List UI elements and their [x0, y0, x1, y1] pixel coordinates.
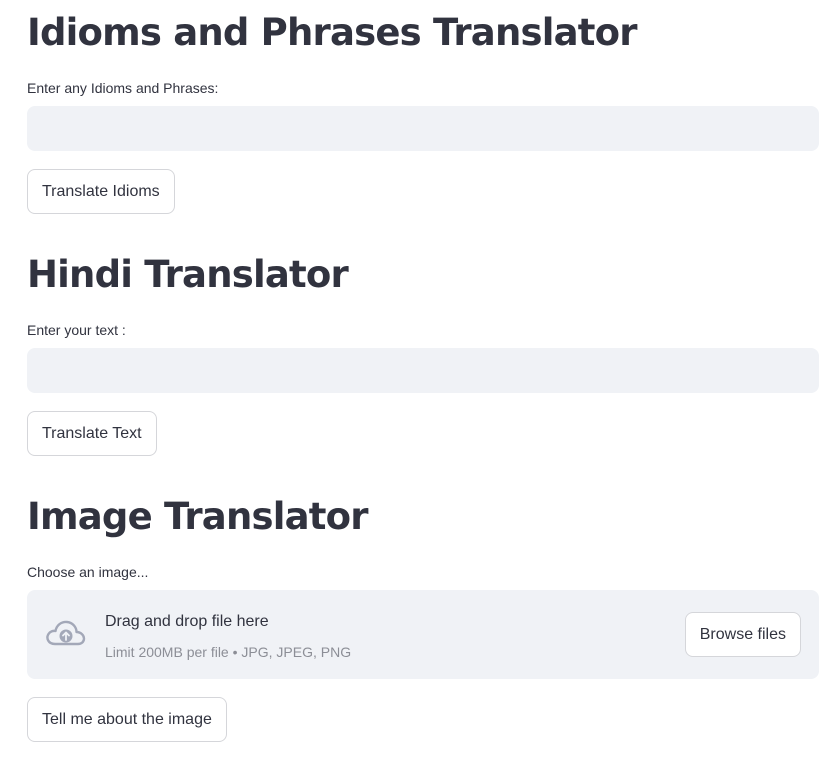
idioms-input[interactable] — [27, 106, 819, 151]
idioms-title: Idioms and Phrases Translator — [27, 11, 638, 54]
cloud-upload-icon — [44, 617, 86, 651]
hindi-title: Hindi Translator — [27, 253, 349, 296]
translate-idioms-button[interactable]: Translate Idioms — [27, 169, 175, 214]
file-limit-text: Limit 200MB per file • JPG, JPEG, PNG — [105, 644, 352, 660]
idioms-input-label: Enter any Idioms and Phrases: — [27, 80, 219, 96]
hindi-input-label: Enter your text : — [27, 322, 126, 338]
hindi-input[interactable] — [27, 348, 819, 393]
drop-instruction: Drag and drop file here — [105, 613, 269, 630]
describe-image-button[interactable]: Tell me about the image — [27, 697, 227, 742]
image-title: Image Translator — [27, 495, 369, 538]
browse-files-button[interactable]: Browse files — [684, 612, 801, 657]
image-uploader-label: Choose an image... — [27, 564, 149, 580]
file-dropzone[interactable]: Drag and drop file here Limit 200MB per … — [27, 590, 819, 679]
translate-text-button[interactable]: Translate Text — [27, 411, 157, 456]
